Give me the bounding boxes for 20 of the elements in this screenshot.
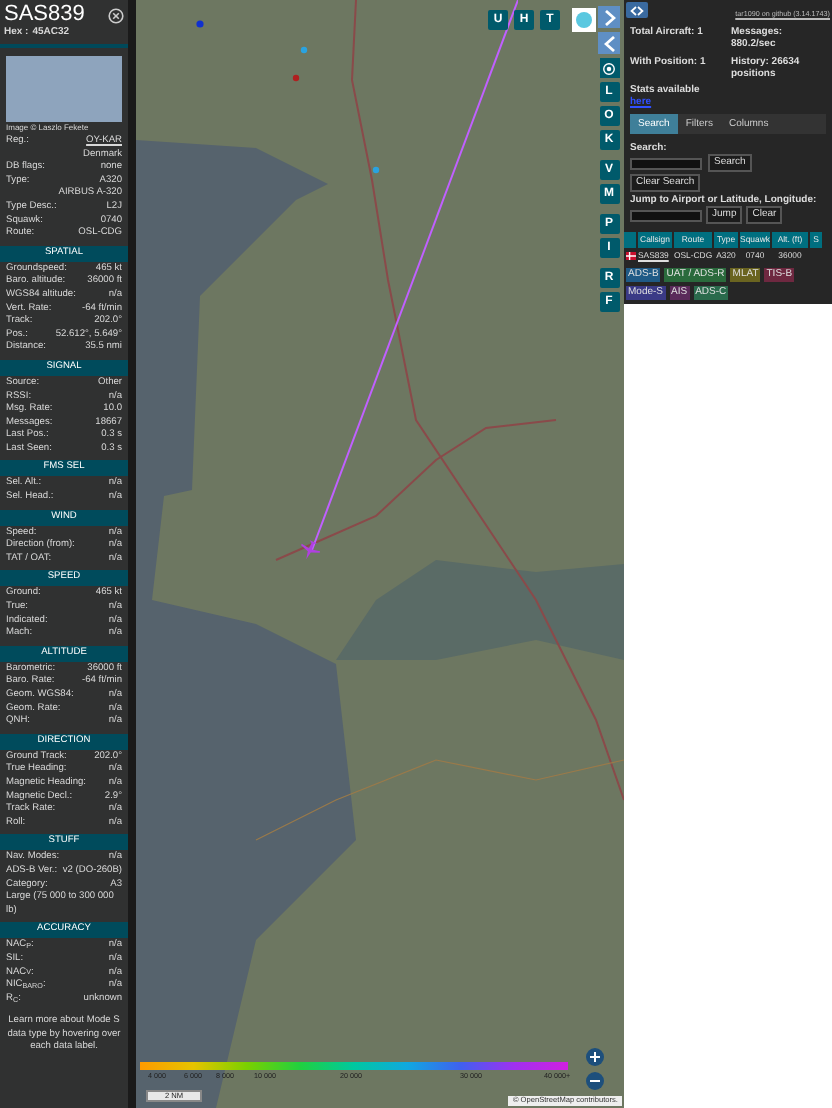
- photo-placeholder: [6, 56, 122, 122]
- search-field[interactable]: [630, 157, 702, 170]
- expand-button[interactable]: [598, 6, 620, 28]
- plus-icon: [590, 1052, 600, 1062]
- scrollbar[interactable]: [128, 0, 136, 1108]
- jump-field[interactable]: [630, 209, 702, 222]
- flag-icon: [625, 252, 635, 261]
- callsign-title: SAS839: [4, 2, 85, 26]
- layers-button[interactable]: [572, 8, 596, 32]
- table-header-cell: [624, 232, 636, 249]
- minus-icon: [590, 1076, 600, 1086]
- chevron-left-icon: [603, 35, 615, 51]
- aircraft-icon[interactable]: [300, 540, 320, 560]
- chevron-right-icon: [603, 9, 615, 25]
- settings-icon: [602, 61, 616, 75]
- collapse-button[interactable]: [598, 32, 620, 54]
- close-icon[interactable]: [108, 8, 124, 24]
- settings-button[interactable]: [599, 58, 619, 78]
- toggle-panel-button[interactable]: [626, 2, 648, 18]
- arrows-icon: [630, 5, 644, 15]
